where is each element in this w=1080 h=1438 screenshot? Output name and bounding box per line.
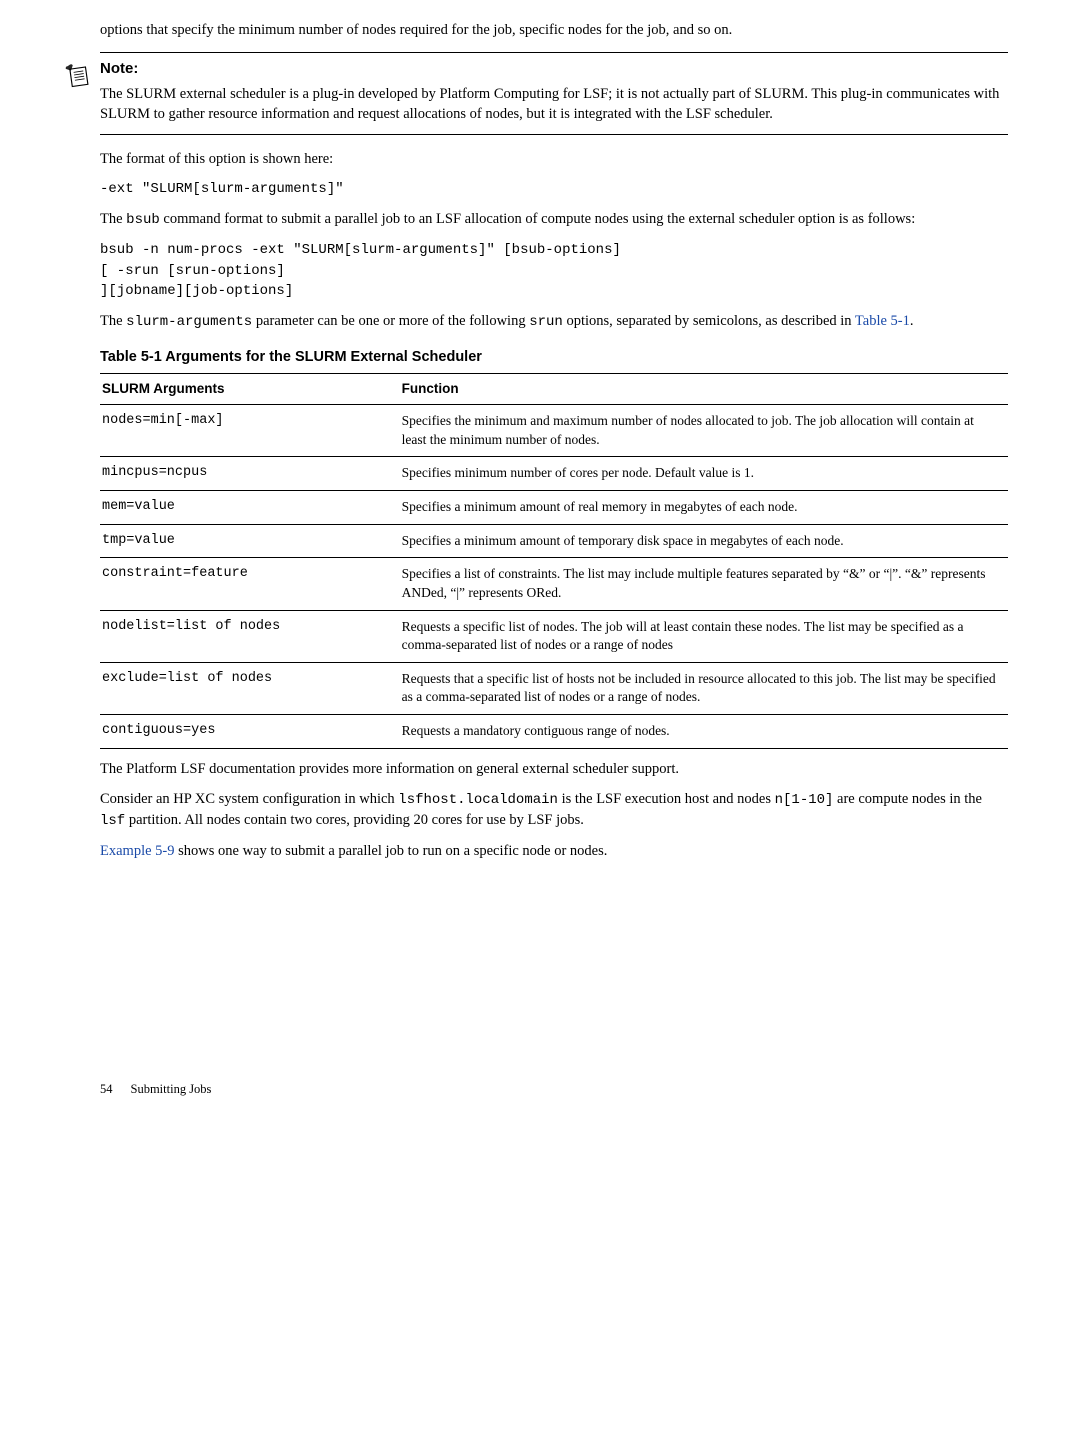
format-intro: The format of this option is shown here: [100,149,1008,169]
arg-cell: tmp=value [100,524,400,558]
text: is the LSF execution host and nodes [558,791,775,807]
mono-nodes: n[1-10] [775,792,834,808]
slurm-args-pre: The [100,313,126,329]
table-row: mincpus=ncpus Specifies minimum number o… [100,457,1008,491]
note-icon [64,61,92,95]
fn-cell: Requests that a specific list of hosts n… [400,662,1008,714]
arg-cell: nodes=min[-max] [100,405,400,457]
slurm-arguments-table: SLURM Arguments Function nodes=min[-max]… [100,373,1008,749]
post-para-3: Example 5-9 shows one way to submit a pa… [100,841,1008,861]
post-para-2: Consider an HP XC system configuration i… [100,789,1008,832]
text: Consider an HP XC system configuration i… [100,791,398,807]
table-row: nodes=min[-max] Specifies the minimum an… [100,405,1008,457]
arg-cell: nodelist=list of nodes [100,610,400,662]
table-row: tmp=value Specifies a minimum amount of … [100,524,1008,558]
srun-word: srun [529,314,563,330]
fn-cell: Requests a specific list of nodes. The j… [400,610,1008,662]
table-row: contiguous=yes Requests a mandatory cont… [100,715,1008,749]
intro-para: options that specify the minimum number … [100,20,1008,40]
bsub-code: bsub -n num-procs -ext "SLURM[slurm-argu… [100,240,1008,301]
slurm-args-mid: parameter can be one or more of the foll… [252,313,529,329]
slurm-args-para: The slurm-arguments parameter can be one… [100,311,1008,332]
text: partition. All nodes contain two cores, … [125,812,584,828]
page-footer: 54 Submitting Jobs [100,1081,1008,1098]
slurm-args-post: . [910,313,914,329]
mono-partition: lsf [100,813,125,829]
table-caption: Table 5-1 Arguments for the SLURM Extern… [100,347,1008,367]
fn-cell: Specifies a list of constraints. The lis… [400,558,1008,610]
arg-cell: mincpus=ncpus [100,457,400,491]
slurm-arguments-word: slurm-arguments [126,314,252,330]
text: are compute nodes in the [833,791,982,807]
note-top-rule [100,52,1008,53]
text: shows one way to submit a parallel job t… [175,843,608,859]
footer-section: Submitting Jobs [131,1081,212,1098]
fn-cell: Specifies a minimum amount of temporary … [400,524,1008,558]
arg-cell: mem=value [100,491,400,525]
bsub-intro-pre: The [100,211,126,227]
table-row: constraint=feature Specifies a list of c… [100,558,1008,610]
example-ref-link[interactable]: Example 5-9 [100,843,175,859]
arg-cell: exclude=list of nodes [100,662,400,714]
post-para-1: The Platform LSF documentation provides … [100,759,1008,779]
bsub-intro: The bsub command format to submit a para… [100,209,1008,230]
note-text: The SLURM external scheduler is a plug-i… [100,84,1008,124]
fn-cell: Requests a mandatory contiguous range of… [400,715,1008,749]
arg-cell: constraint=feature [100,558,400,610]
page-number: 54 [100,1081,113,1098]
table-head-arguments: SLURM Arguments [100,373,400,405]
table-head-function: Function [400,373,1008,405]
slurm-args-mid2: options, separated by semicolons, as des… [563,313,855,329]
mono-host: lsfhost.localdomain [398,792,558,808]
format-code: -ext "SLURM[slurm-arguments]" [100,179,1008,199]
fn-cell: Specifies the minimum and maximum number… [400,405,1008,457]
note-label: Note: [100,59,1008,80]
table-row: nodelist=list of nodes Requests a specif… [100,610,1008,662]
note-block: Note: The SLURM external scheduler is a … [100,52,1008,135]
table-row: mem=value Specifies a minimum amount of … [100,491,1008,525]
fn-cell: Specifies a minimum amount of real memor… [400,491,1008,525]
table-ref-link[interactable]: Table 5-1 [855,313,910,329]
bsub-intro-post: command format to submit a parallel job … [160,211,915,227]
table-row: exclude=list of nodes Requests that a sp… [100,662,1008,714]
note-bottom-rule [100,134,1008,135]
arg-cell: contiguous=yes [100,715,400,749]
bsub-word: bsub [126,212,160,228]
fn-cell: Specifies minimum number of cores per no… [400,457,1008,491]
